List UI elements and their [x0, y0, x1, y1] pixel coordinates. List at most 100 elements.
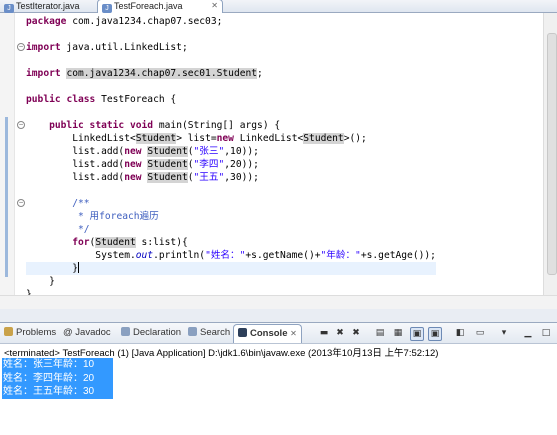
code-token: s:list){ — [135, 237, 188, 248]
clear-console-icon[interactable]: ▦ — [392, 327, 404, 339]
code-token: } — [26, 276, 55, 287]
code-line[interactable] — [26, 28, 436, 41]
code-token: Student — [147, 146, 188, 157]
code-token: +s.getName()+ — [245, 250, 321, 261]
open-console-icon[interactable]: ◧ — [454, 327, 466, 339]
code-token: package — [26, 16, 67, 27]
console-output[interactable]: 姓名：张三年龄：10 姓名：李四年龄：20 姓名：王五年龄：30 — [2, 358, 113, 399]
code-line[interactable] — [26, 106, 436, 119]
code-line[interactable]: */ — [26, 223, 436, 236]
code-line[interactable] — [26, 184, 436, 197]
new-console-icon[interactable]: ▭ — [474, 327, 486, 339]
code-token: class — [66, 94, 96, 105]
tab-problems[interactable]: Problems — [4, 326, 56, 340]
code-token: Student — [147, 159, 188, 170]
code-token: ,20)); — [224, 159, 259, 170]
tab-label: @ Javadoc — [63, 327, 111, 338]
console-line: 姓名：李四年龄：20 — [2, 371, 113, 385]
minimize-icon[interactable]: ▬ — [318, 327, 330, 339]
code-token: .println( — [153, 250, 206, 261]
code-token: Student — [135, 133, 177, 144]
code-line[interactable]: for(Student s:list){ — [26, 236, 436, 249]
code-token: import — [26, 42, 61, 53]
close-icon[interactable]: ✕ — [211, 0, 218, 12]
tab-label: TestIterator.java — [16, 1, 80, 11]
code-line[interactable]: list.add(new Student("李四",20)); — [26, 158, 436, 171]
code-token: TestForeach { — [95, 94, 177, 105]
console-line: 姓名：王五年龄：30 — [2, 385, 113, 399]
code-token: ,30)); — [224, 172, 259, 183]
code-line[interactable]: list.add(new Student("王五",30)); — [26, 171, 436, 184]
console-line: 姓名：张三年龄：10 — [2, 358, 113, 372]
remove-all-icon[interactable]: ✖ — [350, 327, 362, 339]
code-token: new — [124, 172, 142, 183]
code-line[interactable]: import com.java1234.chap07.sec01.Student… — [26, 67, 436, 80]
code-line[interactable]: public class TestForeach { — [26, 93, 436, 106]
search-icon — [188, 327, 197, 336]
tab-javadoc[interactable]: @ Javadoc — [63, 326, 111, 340]
minimize-view-icon[interactable]: ▁ — [522, 327, 534, 339]
code-token: new — [124, 159, 142, 170]
code-token: LinkedList< — [26, 133, 136, 144]
tab-testiterator[interactable]: J TestIterator.java — [0, 0, 96, 13]
code-token: "张三" — [193, 146, 225, 157]
code-text[interactable]: package com.java1234.chap07.sec03; import… — [26, 15, 436, 301]
code-line[interactable]: } — [26, 275, 436, 288]
code-token: "姓名：" — [205, 250, 246, 261]
code-token: Student — [303, 133, 344, 144]
code-token: list.add( — [26, 172, 125, 183]
code-token: > list= — [176, 133, 217, 144]
maximize-view-icon[interactable]: □ — [540, 327, 552, 339]
panel-divider — [0, 309, 557, 322]
change-marker — [5, 117, 8, 277]
code-token: com.java1234.chap07.sec03; — [66, 16, 223, 27]
tab-testforeach[interactable]: J TestForeach.java ✕ — [97, 0, 223, 13]
code-line[interactable]: } — [26, 262, 436, 275]
code-line[interactable]: list.add(new Student("张三",10)); — [26, 145, 436, 158]
code-token: Student — [95, 237, 136, 248]
scroll-lock-icon[interactable]: ▤ — [374, 327, 386, 339]
code-token: } — [26, 263, 78, 274]
code-token: "年龄：" — [320, 250, 361, 261]
code-line[interactable]: System.out.println("姓名："+s.getName()+"年龄… — [26, 249, 436, 262]
tab-search[interactable]: Search — [188, 326, 230, 340]
java-file-icon: J — [102, 4, 112, 13]
scroll-thumb[interactable] — [547, 33, 557, 275]
display-console-icon[interactable]: ▣ — [428, 327, 442, 341]
code-line[interactable]: LinkedList<Student> list=new LinkedList<… — [26, 132, 436, 145]
code-line[interactable]: import java.util.LinkedList; — [26, 41, 436, 54]
bottom-panel-tabs: Problems @ Javadoc Declaration Search Co… — [0, 322, 557, 344]
code-line[interactable] — [26, 54, 436, 67]
tab-console[interactable]: Console ✕ — [233, 324, 302, 343]
text-caret — [77, 262, 79, 273]
vertical-scrollbar[interactable] — [543, 13, 557, 295]
code-token: /** — [26, 198, 90, 209]
close-icon[interactable]: ✕ — [290, 329, 297, 338]
code-line[interactable]: public static void main(String[] args) { — [26, 119, 436, 132]
remove-launch-icon[interactable]: ✖ — [334, 327, 346, 339]
code-editor[interactable]: − − − package com.java1234.chap07.sec03;… — [0, 13, 557, 300]
console-menu-icon[interactable]: ▾ — [498, 327, 510, 339]
fold-icon[interactable]: − — [17, 121, 25, 129]
code-line[interactable]: /** — [26, 197, 436, 210]
code-line[interactable]: package com.java1234.chap07.sec03; — [26, 15, 436, 28]
code-token: new — [216, 133, 234, 144]
code-token: "王五" — [193, 172, 225, 183]
fold-icon[interactable]: − — [17, 43, 25, 51]
horizontal-scrollbar[interactable] — [0, 295, 557, 310]
code-token: >(); — [343, 133, 367, 144]
pin-console-icon[interactable]: ▣ — [410, 327, 424, 341]
code-token: com.java1234.chap07.sec01.Student — [66, 68, 258, 79]
code-token: import — [26, 68, 61, 79]
code-token: */ — [26, 224, 90, 235]
code-token: "李四" — [193, 159, 225, 170]
tab-declaration[interactable]: Declaration — [121, 326, 181, 340]
code-token: LinkedList< — [233, 133, 304, 144]
tab-label: TestForeach.java — [114, 1, 183, 11]
code-token: Student — [147, 172, 188, 183]
problems-icon — [4, 327, 13, 336]
code-line[interactable]: * 用foreach遍历 — [26, 210, 436, 223]
fold-icon[interactable]: − — [17, 199, 25, 207]
code-line[interactable] — [26, 80, 436, 93]
